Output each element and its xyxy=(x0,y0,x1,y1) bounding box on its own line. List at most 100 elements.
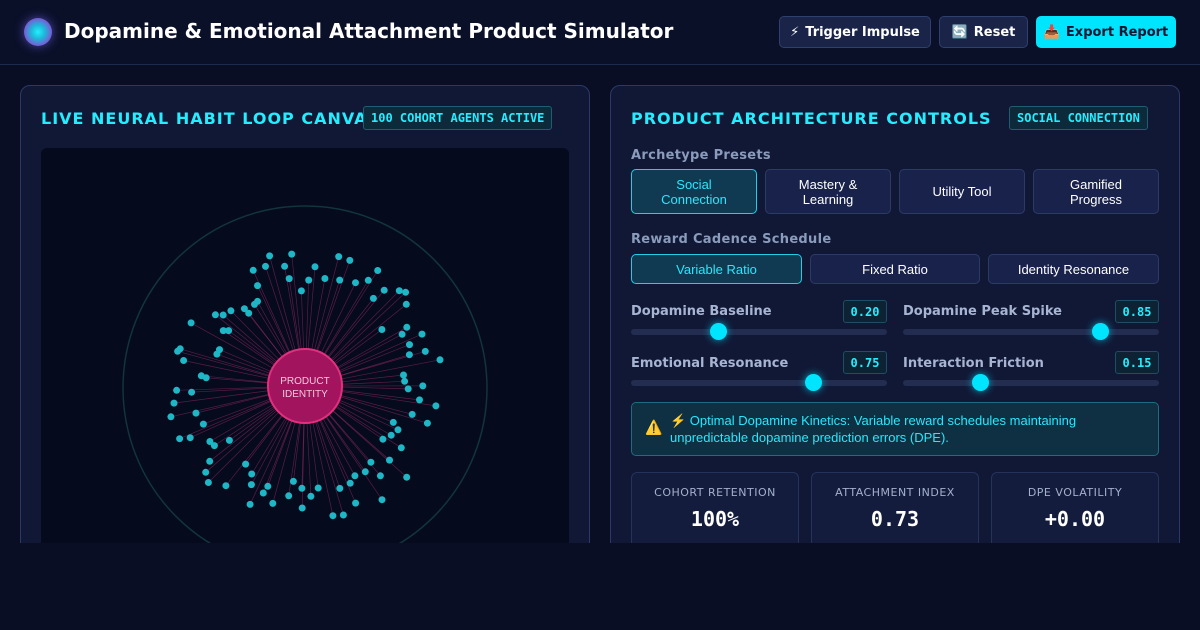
reset-label: Reset xyxy=(973,24,1016,40)
cohort-agent-node xyxy=(405,351,413,359)
dopamine-peak-label: Dopamine Peak Spike xyxy=(903,304,1062,319)
stat-label: ATTACHMENT INDEX xyxy=(835,486,955,499)
cohort-agent-node xyxy=(432,402,440,410)
slider-thumb[interactable] xyxy=(710,323,728,340)
cohort-agent-node xyxy=(167,413,175,421)
preset-label: Gamified Progress xyxy=(1069,176,1123,207)
cohort-agent-node xyxy=(352,279,359,287)
dopamine-baseline-label: Dopamine Baseline xyxy=(631,304,772,319)
cohort-agent-node xyxy=(202,374,210,382)
cohort-agent-node xyxy=(346,256,354,264)
stat-value: +0.00 xyxy=(1044,507,1106,531)
cohort-agent-node xyxy=(262,262,269,270)
neural-canvas-panel: LIVE NEURAL HABIT LOOP CANVAS 100 COHORT… xyxy=(20,85,590,565)
cohort-agent-node xyxy=(421,347,429,355)
cohort-agent-node xyxy=(188,388,196,396)
cohort-agent-node xyxy=(297,287,305,295)
export-report-button[interactable]: 📥 Export Report xyxy=(1036,16,1176,48)
dopamine-peak-value: 0.85 xyxy=(1115,300,1159,323)
cohort-agent-node xyxy=(423,419,431,427)
cohort-agent-node xyxy=(314,484,322,492)
controls-panel-title: PRODUCT ARCHITECTURE CONTROLS xyxy=(631,109,992,128)
cohort-agent-node xyxy=(298,504,306,512)
emotional-resonance-label: Emotional Resonance xyxy=(631,356,789,371)
cohort-agent-node xyxy=(211,311,219,319)
trigger-impulse-label: Trigger Impulse xyxy=(805,24,920,40)
cohort-agent-node xyxy=(398,330,406,338)
lightning-icon: ⚡ xyxy=(790,24,800,40)
architecture-controls-panel: PRODUCT ARCHITECTURE CONTROLS SOCIAL CON… xyxy=(610,85,1180,565)
cohort-agent-node xyxy=(176,345,184,353)
cohort-agent-node xyxy=(288,250,296,258)
cohort-agent-node xyxy=(254,282,261,290)
refresh-icon: 🔄 xyxy=(951,24,968,40)
stat-value: 0.73 xyxy=(870,507,920,531)
cohort-agent-node xyxy=(186,434,194,442)
cohort-agent-node xyxy=(400,371,407,379)
cohort-agent-node xyxy=(379,435,387,443)
cohort-agent-node xyxy=(321,275,329,282)
cohort-agent-node xyxy=(403,323,411,331)
cohort-agent-node xyxy=(202,468,210,476)
preset-social-connection[interactable]: Social Connection xyxy=(631,169,757,214)
cohort-agent-node xyxy=(395,287,403,295)
cohort-agent-node xyxy=(403,473,411,481)
reset-button[interactable]: 🔄 Reset xyxy=(939,16,1028,48)
cohort-agent-node xyxy=(170,399,178,407)
cohort-agent-node xyxy=(249,266,257,274)
stat-label: COHORT RETENTION xyxy=(654,486,776,499)
active-archetype-badge: SOCIAL CONNECTION xyxy=(1009,106,1148,130)
neural-habit-canvas[interactable]: PRODUCT IDENTITY xyxy=(41,148,569,558)
cohort-agent-node xyxy=(176,435,184,443)
preset-gamified-progress[interactable]: Gamified Progress xyxy=(1033,169,1159,214)
cohort-agent-node xyxy=(386,456,393,464)
neural-network-graphic: PRODUCT IDENTITY xyxy=(122,205,488,558)
cohort-agent-node xyxy=(408,410,416,418)
cohort-agent-node xyxy=(173,386,181,394)
stat-value: 100% xyxy=(690,507,740,531)
dopamine-peak-slider[interactable] xyxy=(903,323,1159,340)
cadence-variable-ratio[interactable]: Variable Ratio xyxy=(631,254,802,284)
cohort-agent-node xyxy=(339,511,347,519)
dopamine-baseline-slider[interactable] xyxy=(631,323,887,340)
cohort-agent-node xyxy=(402,300,410,308)
slider-thumb[interactable] xyxy=(1092,323,1110,340)
cohort-agent-node xyxy=(222,482,230,490)
cohort-agent-node xyxy=(254,297,261,305)
preset-label: Mastery & Learning xyxy=(798,176,858,207)
cohort-agent-node xyxy=(298,484,306,492)
archetype-presets-label: Archetype Presets xyxy=(631,148,771,163)
preset-mastery-learning[interactable]: Mastery & Learning xyxy=(765,169,891,214)
preset-utility-tool[interactable]: Utility Tool xyxy=(899,169,1025,214)
cohort-agent-node xyxy=(369,294,377,302)
cohort-agent-node xyxy=(259,489,267,497)
agents-active-badge: 100 COHORT AGENTS ACTIVE xyxy=(363,106,553,130)
cohort-agent-node xyxy=(387,431,395,439)
download-icon: 📥 xyxy=(1043,24,1060,40)
cadence-identity-resonance[interactable]: Identity Resonance xyxy=(988,254,1159,284)
slider-thumb[interactable] xyxy=(971,374,989,391)
cohort-agent-node xyxy=(225,436,233,444)
cohort-agent-node xyxy=(374,267,382,274)
warning-icon: ⚠️ xyxy=(645,420,663,436)
cohort-agent-node xyxy=(406,341,413,349)
emotional-resonance-slider[interactable] xyxy=(631,374,887,391)
slider-thumb[interactable] xyxy=(804,374,822,391)
cohort-agent-node xyxy=(289,477,297,485)
cadence-fixed-ratio[interactable]: Fixed Ratio xyxy=(810,254,980,284)
cohort-agent-node xyxy=(336,276,344,284)
interaction-friction-value: 0.15 xyxy=(1115,351,1159,374)
page-footer-area xyxy=(0,543,1200,630)
cohort-agent-node xyxy=(204,479,212,486)
cohort-agent-node xyxy=(264,482,272,490)
cohort-agent-node xyxy=(187,319,195,327)
cohort-agent-node xyxy=(246,500,254,508)
kinetics-alert: ⚠️ ⚡ Optimal Dopamine Kinetics: Variable… xyxy=(631,402,1159,456)
cohort-agent-node xyxy=(402,288,410,296)
cohort-agent-node xyxy=(335,253,343,261)
trigger-impulse-button[interactable]: ⚡ Trigger Impulse xyxy=(779,16,931,48)
cohort-agent-node xyxy=(192,409,200,417)
interaction-friction-slider[interactable] xyxy=(903,374,1159,391)
cohort-agent-node xyxy=(245,309,253,317)
cohort-agent-node xyxy=(419,382,427,390)
